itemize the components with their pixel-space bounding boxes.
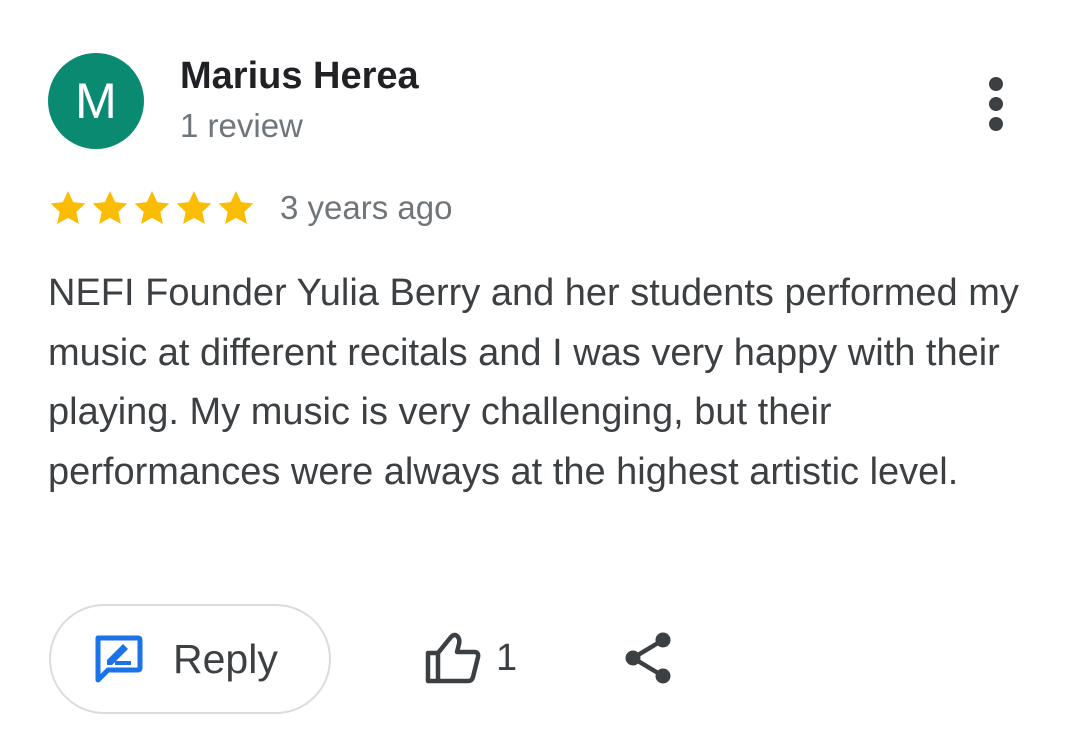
reviewer-review-count: 1 review <box>180 107 303 144</box>
star-icon <box>50 191 86 224</box>
thumb-up-outline-icon <box>425 632 481 684</box>
star-icon <box>92 191 128 224</box>
star-icon <box>176 191 212 224</box>
share-button[interactable] <box>618 628 678 688</box>
star-icon <box>134 191 170 224</box>
avatar-initial: M <box>75 73 117 129</box>
rate-review-icon <box>95 635 143 683</box>
avatar[interactable]: M <box>48 53 144 149</box>
review-date: 3 years ago <box>280 189 453 226</box>
rating-row: 3 years ago <box>48 183 452 233</box>
like-count: 1 <box>496 636 518 679</box>
like-button[interactable]: 1 <box>424 625 517 691</box>
star-rating <box>48 188 258 228</box>
reply-button[interactable]: Reply <box>49 604 331 714</box>
review-text: NEFI Founder Yulia Berry and her student… <box>48 272 1019 493</box>
more-options-button[interactable] <box>970 72 1022 136</box>
star-icon <box>218 191 254 224</box>
share-icon <box>625 632 671 684</box>
reply-label: Reply <box>173 635 278 682</box>
more-vert-icon <box>989 77 1003 131</box>
reviewer-name[interactable]: Marius Herea <box>180 55 419 98</box>
